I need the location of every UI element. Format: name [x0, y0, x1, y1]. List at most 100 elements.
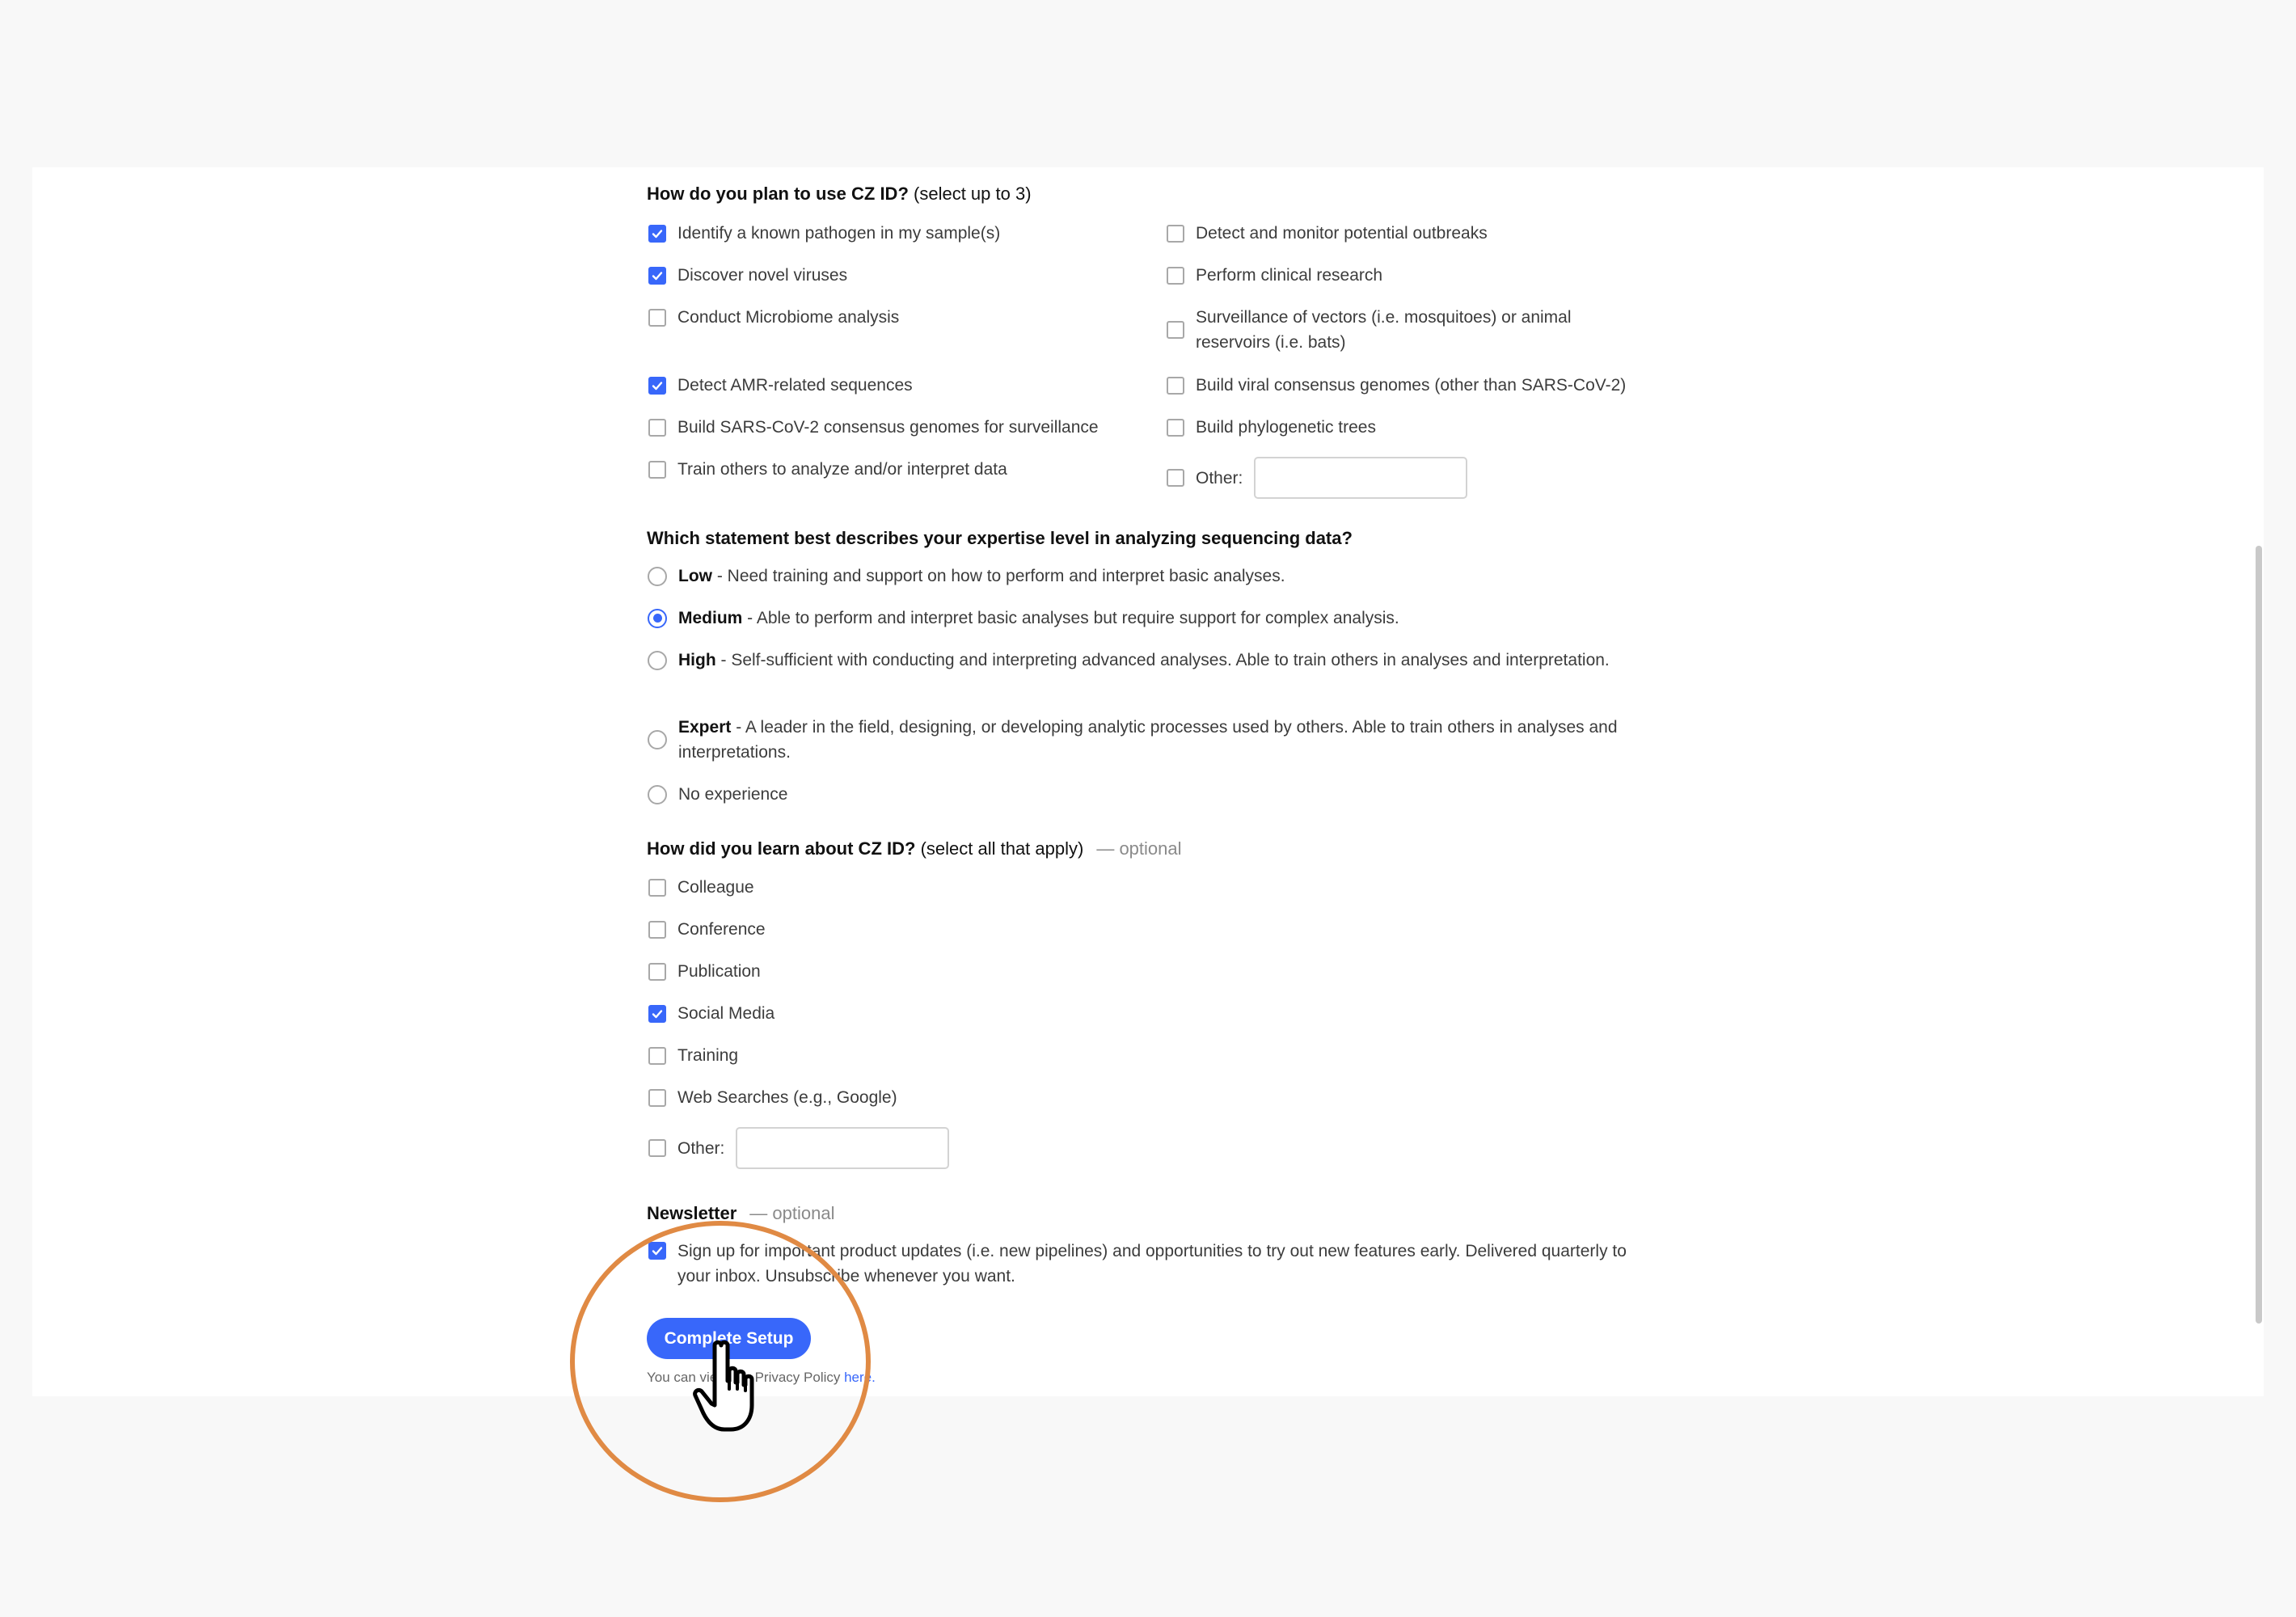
option-label: Web Searches (e.g., Google) [677, 1088, 897, 1107]
hand-pointer-icon [693, 1340, 754, 1432]
radio-button[interactable] [648, 650, 667, 670]
option-label: Training [677, 1046, 739, 1065]
learn-question-heading: How did you learn about CZ ID? (select a… [647, 836, 1182, 862]
option-label: Identify a known pathogen in my sample(s… [677, 224, 1001, 243]
main-panel [32, 167, 2264, 1396]
use-question-heading: How do you plan to use CZ ID? (select up… [647, 181, 1032, 207]
expertise-option-medium[interactable]: Medium - Able to perform and interpret b… [648, 606, 1399, 631]
checkbox[interactable] [1167, 321, 1184, 339]
expertise-option-expert[interactable]: Expert - A leader in the field, designin… [648, 715, 1650, 765]
newsletter-heading: Newsletter — optional [647, 1201, 834, 1226]
use-option-sarscov2[interactable]: Build SARS-CoV-2 consensus genomes for s… [648, 415, 1099, 440]
radio-button[interactable] [648, 784, 667, 804]
use-option-other[interactable]: Other: [1167, 457, 1468, 499]
use-option-viral-consensus[interactable]: Build viral consensus genomes (other tha… [1167, 373, 1626, 398]
checkbox[interactable] [648, 308, 666, 327]
checkbox[interactable] [648, 224, 666, 243]
radio-button[interactable] [648, 730, 667, 749]
checkbox[interactable] [1167, 266, 1184, 285]
checkbox[interactable] [1167, 376, 1184, 395]
level-name: Expert [678, 718, 732, 737]
expertise-question-title: Which statement best describes your expe… [647, 528, 1353, 548]
use-question-note: (select up to 3) [908, 184, 1032, 204]
option-label: Medium - Able to perform and interpret b… [678, 606, 1399, 631]
option-label: Train others to analyze and/or interpret… [677, 460, 1007, 479]
expertise-option-low[interactable]: Low - Need training and support on how t… [648, 564, 1285, 589]
use-other-input[interactable] [1254, 457, 1468, 499]
level-desc: - Able to perform and interpret basic an… [742, 609, 1399, 627]
learn-option-publication[interactable]: Publication [648, 959, 761, 984]
use-option-train-others[interactable]: Train others to analyze and/or interpret… [648, 457, 1007, 482]
checkbox[interactable] [648, 1242, 666, 1260]
option-label: Build phylogenetic trees [1196, 418, 1376, 437]
option-label: Detect and monitor potential outbreaks [1196, 224, 1488, 243]
expertise-option-high[interactable]: High - Self-sufficient with conducting a… [648, 648, 1650, 673]
use-option-clinical-research[interactable]: Perform clinical research [1167, 263, 1382, 288]
learn-question-note: (select all that apply) [915, 838, 1084, 859]
radio-button[interactable] [648, 566, 667, 586]
use-option-outbreaks[interactable]: Detect and monitor potential outbreaks [1167, 221, 1488, 246]
newsletter-label: Sign up for important product updates (i… [677, 1242, 1627, 1286]
checkbox[interactable] [648, 1088, 666, 1107]
option-label: Conference [677, 920, 766, 939]
level-desc: No experience [678, 785, 788, 804]
learn-option-conference[interactable]: Conference [648, 917, 766, 942]
option-label: No experience [678, 782, 787, 807]
level-desc: - Need training and support on how to pe… [712, 567, 1285, 585]
option-label: Colleague [677, 878, 754, 897]
checkbox[interactable] [648, 1139, 666, 1157]
optional-tag: — optional [749, 1203, 835, 1223]
option-label: Build SARS-CoV-2 consensus genomes for s… [677, 418, 1099, 437]
level-desc: - A leader in the field, designing, or d… [678, 718, 1618, 762]
checkbox[interactable] [1167, 224, 1184, 243]
learn-option-other[interactable]: Other: [648, 1127, 950, 1169]
use-option-identify-pathogen[interactable]: Identify a known pathogen in my sample(s… [648, 221, 1000, 246]
use-question-title: How do you plan to use CZ ID? [647, 184, 909, 204]
learn-option-social-media[interactable]: Social Media [648, 1001, 774, 1026]
checkbox[interactable] [1167, 469, 1184, 487]
option-label: Detect AMR-related sequences [677, 376, 913, 395]
use-option-novel-viruses[interactable]: Discover novel viruses [648, 263, 847, 288]
option-label: Other: [1196, 468, 1243, 488]
use-option-phylogenetic-trees[interactable]: Build phylogenetic trees [1167, 415, 1376, 440]
scrollbar[interactable] [2256, 546, 2262, 1324]
learn-option-web-searches[interactable]: Web Searches (e.g., Google) [648, 1085, 897, 1110]
learn-option-colleague[interactable]: Colleague [648, 875, 754, 900]
newsletter-option[interactable]: Sign up for important product updates (i… [648, 1239, 1627, 1289]
checkbox[interactable] [648, 962, 666, 981]
option-label: Perform clinical research [1196, 266, 1383, 285]
option-label: High - Self-sufficient with conducting a… [678, 648, 1610, 673]
option-label: Discover novel viruses [677, 266, 848, 285]
checkbox[interactable] [648, 1004, 666, 1023]
checkbox[interactable] [648, 920, 666, 939]
checkbox[interactable] [648, 878, 666, 897]
level-desc: - Self-sufficient with conducting and in… [715, 651, 1610, 669]
checkbox[interactable] [648, 460, 666, 479]
option-label: Other: [677, 1138, 725, 1158]
radio-button[interactable] [648, 608, 667, 628]
expertise-option-no-experience[interactable]: No experience [648, 782, 787, 807]
learn-other-input[interactable] [736, 1127, 950, 1169]
privacy-link[interactable]: here. [844, 1370, 876, 1385]
use-option-amr[interactable]: Detect AMR-related sequences [648, 373, 913, 398]
level-name: Medium [678, 609, 743, 627]
use-option-surveillance-vectors[interactable]: Surveillance of vectors (i.e. mosquitoes… [1167, 305, 1619, 355]
option-label: Conduct Microbiome analysis [677, 308, 900, 327]
optional-tag: — optional [1096, 838, 1182, 859]
newsletter-title: Newsletter [647, 1203, 737, 1223]
option-label: Social Media [677, 1004, 775, 1023]
use-option-microbiome[interactable]: Conduct Microbiome analysis [648, 305, 899, 330]
option-label: Expert - A leader in the field, designin… [678, 715, 1650, 765]
checkbox[interactable] [648, 376, 666, 395]
checkbox[interactable] [648, 1046, 666, 1065]
learn-option-training[interactable]: Training [648, 1043, 738, 1068]
option-label: Publication [677, 962, 761, 981]
expertise-question-heading: Which statement best describes your expe… [647, 526, 1353, 551]
option-label: Surveillance of vectors (i.e. mosquitoes… [1196, 308, 1572, 352]
checkbox[interactable] [648, 266, 666, 285]
checkbox[interactable] [648, 418, 666, 437]
option-label: Low - Need training and support on how t… [678, 564, 1285, 589]
learn-question-title: How did you learn about CZ ID? [647, 838, 916, 859]
checkbox[interactable] [1167, 418, 1184, 437]
option-label: Build viral consensus genomes (other tha… [1196, 376, 1627, 395]
